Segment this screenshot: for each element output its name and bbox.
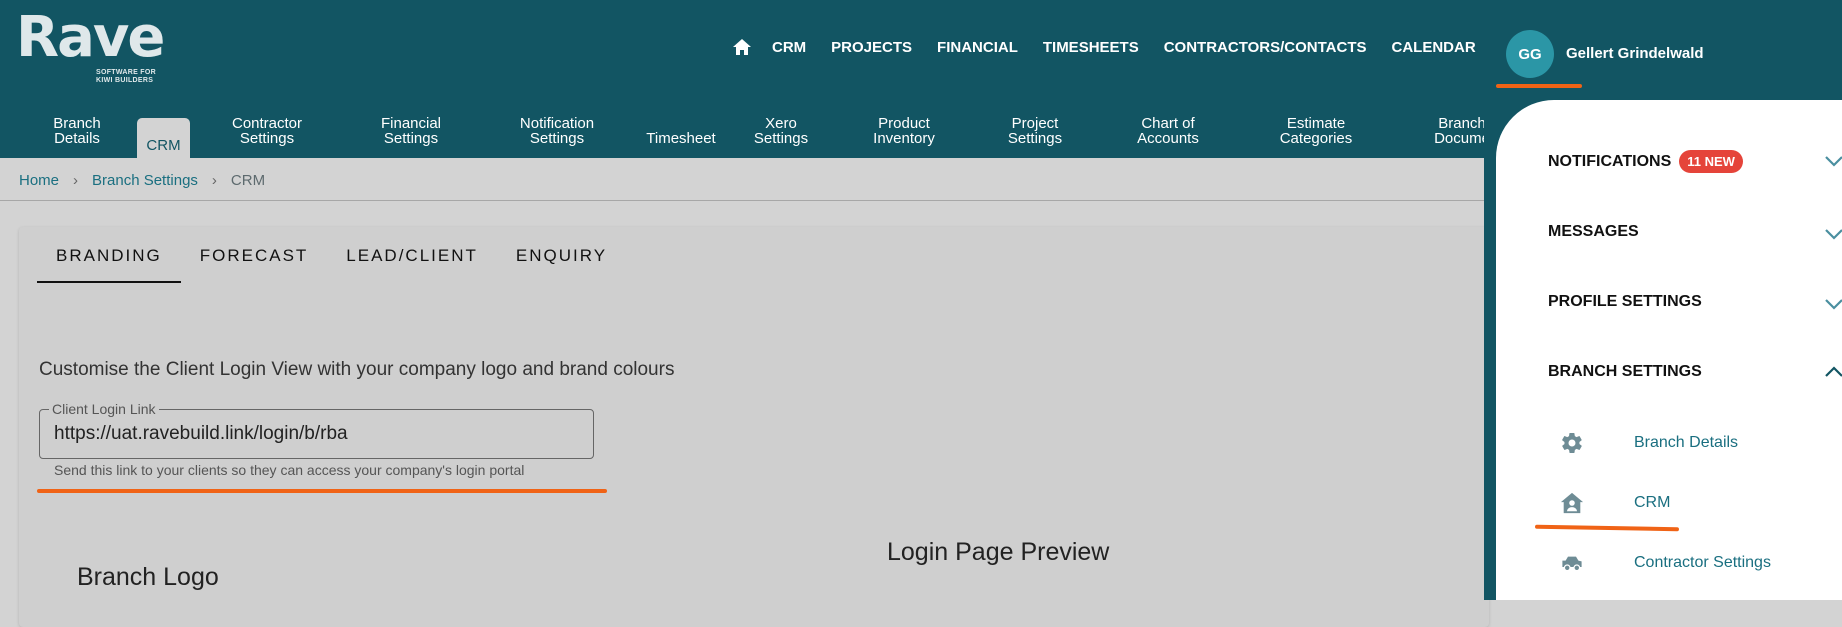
settings-card: BRANDING FORECAST LEAD/CLIENT ENQUIRY Cu… — [19, 227, 1489, 627]
profile-settings-label: PROFILE SETTINGS — [1548, 293, 1702, 310]
menu-branch-settings[interactable]: BRANCH SETTINGS — [1548, 363, 1702, 381]
house-user-icon — [1560, 491, 1584, 515]
tab-crm-active[interactable]: CRM — [137, 118, 190, 158]
breadcrumb-branch-settings[interactable]: Branch Settings — [92, 172, 198, 189]
chevron-down-icon[interactable] — [1824, 155, 1842, 167]
menu-notifications[interactable]: NOTIFICATIONS 11 NEW — [1548, 150, 1743, 173]
tab-branch-details[interactable]: Branch Details — [53, 116, 101, 146]
logo-tagline: SOFTWARE FOR KIWI BUILDERS — [96, 69, 156, 84]
highlight-underline — [1496, 84, 1582, 88]
divider — [0, 200, 1490, 201]
crm-label: CRM — [1634, 494, 1671, 511]
nav-crm[interactable]: CRM — [772, 39, 806, 56]
truck-icon — [1560, 551, 1584, 575]
chevron-down-icon[interactable] — [1824, 298, 1842, 310]
breadcrumb-separator: › — [73, 172, 79, 189]
tab-project-settings[interactable]: Project Settings — [1008, 116, 1062, 146]
rave-logo[interactable]: Rave SOFTWARE FOR KIWI BUILDERS — [16, 5, 165, 85]
highlight-underline — [37, 489, 607, 493]
branch-item-crm[interactable]: CRM — [1560, 491, 1670, 515]
notifications-label: NOTIFICATIONS — [1548, 152, 1672, 170]
nav-timesheets[interactable]: TIMESHEETS — [1043, 39, 1139, 56]
nav-contractors-contacts[interactable]: CONTRACTORS/CONTACTS — [1164, 39, 1367, 56]
client-login-link-field[interactable]: Client Login Link https://uat.ravebuild.… — [39, 401, 594, 459]
breadcrumb-home[interactable]: Home — [19, 172, 59, 189]
branch-item-contractor-settings[interactable]: Contractor Settings — [1560, 551, 1771, 575]
tab-estimate-categories[interactable]: Estimate Categories — [1280, 116, 1353, 146]
client-login-link-label: Client Login Link — [49, 401, 159, 417]
logo-wordmark: Rave — [16, 5, 165, 70]
tab-branch-documents[interactable]: Branch Docume — [1434, 116, 1490, 146]
tab-financial-settings[interactable]: Financial Settings — [381, 116, 441, 146]
user-menu-panel: GG Gellert Grindelwald NOTIFICATIONS 11 … — [1484, 0, 1842, 600]
breadcrumb-separator: › — [211, 172, 217, 189]
tab-chart-of-accounts[interactable]: Chart of Accounts — [1137, 116, 1199, 146]
avatar[interactable]: GG — [1506, 30, 1554, 78]
tab-enquiry[interactable]: ENQUIRY — [497, 227, 626, 283]
settings-tab-bar: Branch Details CRM Contractor Settings F… — [0, 110, 1500, 158]
login-preview-heading: Login Page Preview — [887, 538, 1110, 566]
contractor-settings-label: Contractor Settings — [1634, 554, 1771, 571]
user-name: Gellert Grindelwald — [1566, 45, 1704, 62]
tab-xero-settings[interactable]: Xero Settings — [754, 116, 808, 146]
branch-logo-heading: Branch Logo — [77, 563, 219, 591]
nav-financial[interactable]: FINANCIAL — [937, 39, 1018, 56]
tab-branding[interactable]: BRANDING — [37, 227, 181, 283]
gear-icon — [1560, 431, 1584, 455]
menu-messages[interactable]: MESSAGES — [1548, 223, 1639, 241]
client-login-link-value[interactable]: https://uat.ravebuild.link/login/b/rba — [54, 423, 348, 445]
menu-profile-settings[interactable]: PROFILE SETTINGS — [1548, 293, 1702, 311]
tab-notification-settings[interactable]: Notification Settings — [520, 116, 594, 146]
top-navigation: CRM PROJECTS FINANCIAL TIMESHEETS CONTRA… — [732, 36, 1548, 58]
branch-details-label: Branch Details — [1634, 434, 1739, 451]
client-login-link-hint: Send this link to your clients so they c… — [54, 462, 525, 478]
tab-forecast[interactable]: FORECAST — [181, 227, 328, 283]
branding-description: Customise the Client Login View with you… — [39, 359, 675, 380]
tab-timesheet[interactable]: Timesheet — [646, 131, 715, 146]
nav-projects[interactable]: PROJECTS — [831, 39, 912, 56]
home-icon[interactable] — [732, 38, 752, 56]
content-tabs: BRANDING FORECAST LEAD/CLIENT ENQUIRY — [37, 227, 626, 283]
tab-product-inventory[interactable]: Product Inventory — [873, 116, 935, 146]
messages-label: MESSAGES — [1548, 223, 1639, 240]
tab-lead-client[interactable]: LEAD/CLIENT — [327, 227, 497, 283]
branch-settings-label: BRANCH SETTINGS — [1548, 363, 1702, 380]
breadcrumb-current: CRM — [230, 172, 266, 189]
tab-contractor-settings[interactable]: Contractor Settings — [232, 116, 302, 146]
chevron-down-icon[interactable] — [1824, 228, 1842, 240]
branch-item-details[interactable]: Branch Details — [1560, 431, 1738, 455]
nav-calendar[interactable]: CALENDAR — [1392, 39, 1476, 56]
breadcrumb: Home › Branch Settings › CRM — [19, 172, 265, 189]
chevron-up-icon[interactable] — [1824, 366, 1842, 378]
notifications-badge: 11 NEW — [1679, 150, 1743, 173]
